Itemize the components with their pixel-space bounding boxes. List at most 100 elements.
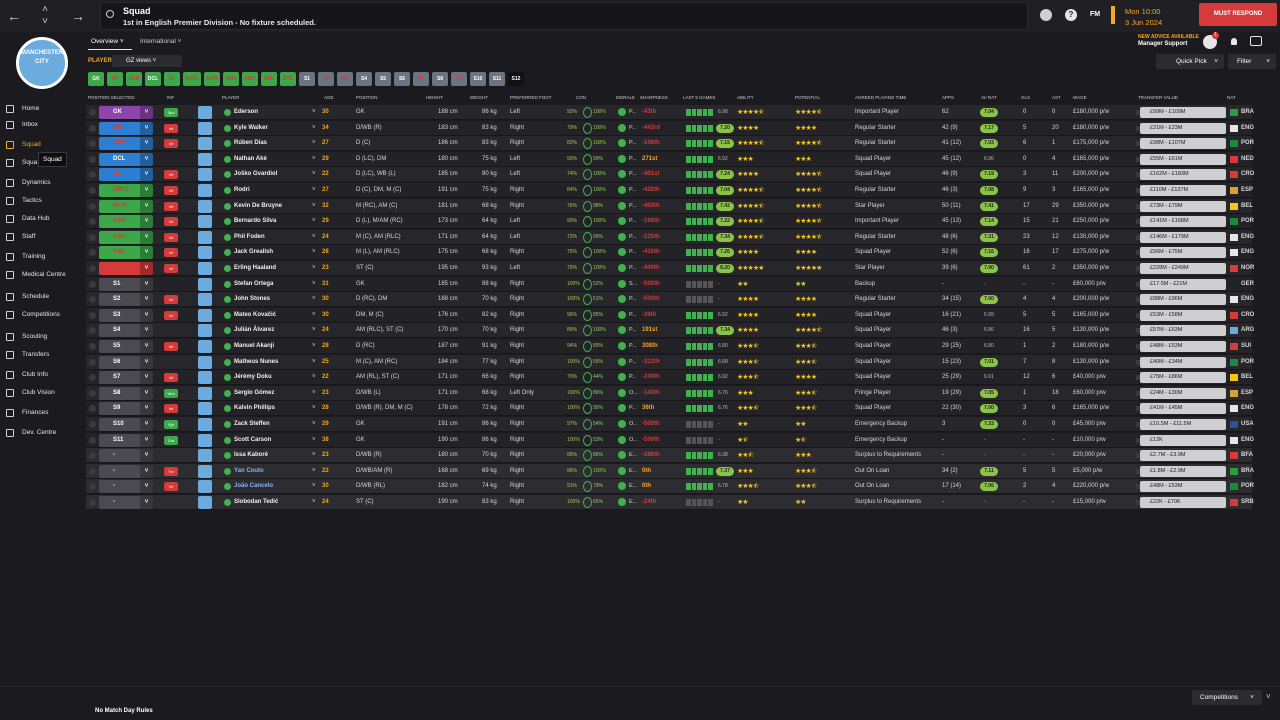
player-name[interactable]: Phil Foden <box>234 230 265 245</box>
position-filter-dl[interactable]: DL <box>164 72 180 86</box>
column-value[interactable]: TRANSFER VALUE <box>1138 95 1178 100</box>
row-menu-icon[interactable]: ˅ <box>312 121 316 136</box>
row-menu-icon[interactable]: ˅ <box>312 199 316 214</box>
expand-icon[interactable]: ˅ <box>1266 692 1271 701</box>
info-badge[interactable]: Inf <box>164 232 178 242</box>
position-selector[interactable]: GK ˅ <box>99 106 153 119</box>
player-name[interactable]: Nathan Aké <box>234 152 267 167</box>
table-row[interactable]: DMCL ˅ Inf Rodri ˅ 27 D (C), DM, M (C) 191 cm 75… <box>86 183 1253 198</box>
info-badge[interactable]: Inf <box>164 139 178 149</box>
player-name[interactable]: Joško Gvardiol <box>234 167 277 182</box>
row-menu-icon[interactable]: ˅ <box>312 464 316 479</box>
info-badge[interactable]: Inf <box>164 295 178 305</box>
sidebar-item-7[interactable]: Data Hub <box>0 212 84 226</box>
sidebar-item-14[interactable]: Transfers <box>0 348 84 362</box>
transfer-value[interactable]: £17.5M - £21M <box>1140 278 1226 290</box>
sidebar-item-12[interactable]: Competitions <box>0 308 84 322</box>
select-checkbox[interactable] <box>89 343 96 350</box>
transfer-value[interactable]: £12K <box>1140 434 1226 446</box>
column-sharp[interactable]: SHARPNESS <box>640 95 668 100</box>
info-badge[interactable]: Dut <box>164 435 178 445</box>
position-filter-s8[interactable]: S8 <box>432 72 448 86</box>
position-filter-s10[interactable]: S10 <box>470 72 486 86</box>
info-badge[interactable]: Wnt <box>164 388 178 398</box>
position-selector[interactable]: S7 ˅ <box>99 371 153 385</box>
transfer-value[interactable]: £110M - £137M <box>1140 185 1226 196</box>
select-checkbox[interactable] <box>89 374 96 382</box>
match-day-rules[interactable]: No Match Day Rules <box>95 708 153 714</box>
position-filter-s12[interactable]: S12 <box>508 72 524 86</box>
transfer-value[interactable]: £10.5M - £11.5M <box>1140 419 1226 430</box>
select-checkbox[interactable] <box>89 280 96 288</box>
transfer-value[interactable]: £53M - £58M <box>1140 309 1226 321</box>
table-row[interactable]: DCR ˅ Inf Rúben Dias ˅ 27 D (C) 186 cm 83 kg Righ… <box>86 136 1254 152</box>
sidebar-item-3[interactable]: Squad <box>0 138 84 152</box>
position-selector[interactable]: S5 ˅ <box>99 340 153 353</box>
position-selector[interactable]: MCR ˅ <box>99 199 153 213</box>
table-row[interactable]: - ˅ Trv Yan Couto ˅ 22 D/WB/AM (R) 168 cm 69 kg R… <box>86 463 1254 479</box>
table-row[interactable]: S8 ˅ Wnt Sergio Gómez ˅ 23 D/WB (L) 171 cm 68 kg… <box>86 385 1253 401</box>
transfer-value[interactable]: £73M - £79M <box>1140 200 1226 212</box>
column-wage[interactable]: WAGE <box>1073 95 1087 100</box>
row-menu-icon[interactable]: ˅ <box>312 183 316 198</box>
column-morale[interactable]: MORALE <box>616 95 635 100</box>
info-badge[interactable]: Trv <box>164 466 178 476</box>
down-icon[interactable]: ˅ <box>37 14 53 30</box>
position-selector[interactable]: S1 ˅ <box>99 277 153 291</box>
table-row[interactable]: AMC ˅ Inf Phil Foden ˅ 24 M (C), AM (RLC) 171 c… <box>86 229 1254 245</box>
player-name[interactable]: Matheus Nunes <box>234 355 278 370</box>
transfer-value[interactable]: £146M - £179M <box>1140 231 1226 243</box>
table-row[interactable]: AML ˅ Inf Jack Grealish ˅ 28 M (L), AM (RLC) 17… <box>86 245 1254 261</box>
position-filter-s7[interactable]: S7 <box>413 72 429 86</box>
column-inf[interactable]: INF <box>167 95 174 100</box>
transfer-value[interactable]: £2.7M - £3.9M <box>1140 450 1226 462</box>
select-checkbox[interactable] <box>89 265 96 272</box>
select-checkbox[interactable] <box>89 187 96 194</box>
select-checkbox[interactable] <box>89 311 96 319</box>
sidebar-item-18[interactable]: Dev. Centre <box>0 426 84 440</box>
table-row[interactable]: - ˅ Issa Kaboré ˅ 23 D/WB (R) 180 cm 70 kg Right… <box>86 448 1253 464</box>
column-position[interactable]: POSITION SELECTED <box>88 95 135 100</box>
filter-button[interactable]: Filter ˅ <box>1228 54 1276 69</box>
select-checkbox[interactable] <box>89 233 96 241</box>
position-filter-s1[interactable]: S1 <box>299 72 315 86</box>
info-badge[interactable]: Inf <box>164 482 178 492</box>
position-filter-s6[interactable]: S6 <box>394 72 410 86</box>
position-selector[interactable]: S8 ˅ <box>99 386 153 400</box>
player-name[interactable]: Kevin De Bruyne <box>234 199 282 214</box>
transfer-value[interactable]: £48M - £53M <box>1140 341 1226 352</box>
player-name[interactable]: Kyle Walker <box>234 121 268 136</box>
position-selector[interactable]: - ˅ <box>99 464 153 478</box>
table-row[interactable]: S11 ˅ Dut Scott Carson ˅ 38 GK 190 cm 86 kg Right… <box>86 432 1254 448</box>
position-filter-dcr[interactable]: DCR <box>126 72 142 86</box>
sidebar-item-10[interactable]: Medical Centre <box>0 268 84 282</box>
info-badge[interactable]: Inf <box>164 170 178 180</box>
competitions-dropdown[interactable]: Competitions ˅ <box>1192 690 1262 705</box>
position-filter-dr[interactable]: DR <box>107 72 123 86</box>
select-checkbox[interactable] <box>89 124 96 132</box>
select-checkbox[interactable] <box>89 499 96 506</box>
row-menu-icon[interactable]: ˅ <box>312 417 316 432</box>
player-name[interactable]: Zack Steffen <box>234 417 270 432</box>
info-badge[interactable]: Spt <box>164 420 178 429</box>
player-name[interactable]: Stefan Ortega <box>234 277 273 292</box>
must-respond-button[interactable]: MUST RESPOND <box>1199 3 1277 26</box>
row-menu-icon[interactable]: ˅ <box>312 339 316 354</box>
player-name[interactable]: Scott Carson <box>234 433 271 448</box>
fm-menu[interactable]: FM <box>1090 11 1100 18</box>
table-row[interactable]: DR ˅ Inf Kyle Walker ˅ 34 D/WB (R) 183 cm 83 kg R… <box>86 120 1254 136</box>
position-selector[interactable]: - ˅ <box>99 496 153 509</box>
player-name[interactable]: Sergio Gómez <box>234 386 274 401</box>
position-filter-stc[interactable]: STC <box>280 72 296 86</box>
player-name[interactable]: Rodri <box>234 183 250 198</box>
table-row[interactable]: S4 ˅ Julián Álvarez ˅ 24 AM (RLC), ST (C) 170 … <box>86 323 1254 339</box>
column-ast[interactable]: AST <box>1052 95 1061 100</box>
position-selector[interactable]: DR ˅ <box>99 121 153 135</box>
row-menu-icon[interactable]: ˅ <box>312 277 316 292</box>
position-filter-dmcl[interactable]: DMCL <box>183 72 201 86</box>
select-checkbox[interactable] <box>89 327 96 335</box>
position-selector[interactable]: DL ˅ <box>99 168 153 182</box>
row-menu-icon[interactable]: ˅ <box>312 448 316 463</box>
column-age[interactable]: AGE <box>324 95 334 100</box>
position-selector[interactable]: S9 ˅ <box>99 402 153 416</box>
